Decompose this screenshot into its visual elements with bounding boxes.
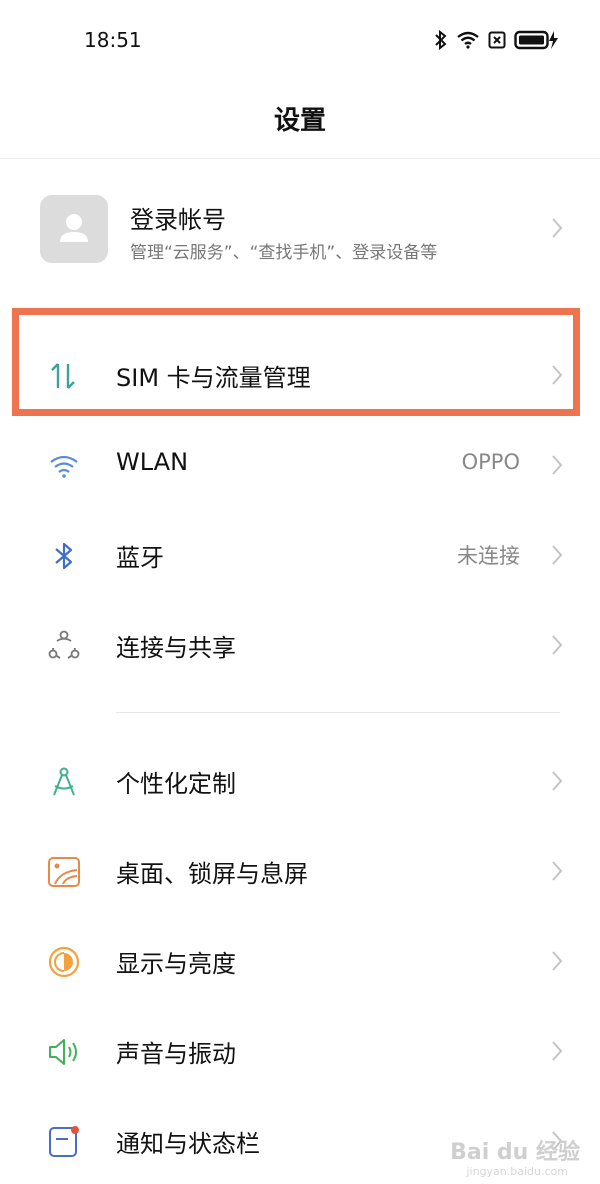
sound-vibration-label: 声音与振动 <box>116 1040 236 1068</box>
section-divider <box>116 712 560 713</box>
wallpaper-icon <box>48 857 80 887</box>
chevron-right-icon <box>552 771 563 791</box>
status-bar: 18:51 <box>0 0 600 80</box>
display-brightness-label: 显示与亮度 <box>116 950 236 978</box>
bluetooth-value: 未连接 <box>457 544 520 568</box>
wlan-label: WLAN <box>116 448 189 476</box>
connection-sharing-icon <box>48 630 80 659</box>
wlan-value: OPPO <box>461 450 520 474</box>
chevron-right-icon <box>552 545 563 565</box>
personalization-label: 个性化定制 <box>116 770 236 798</box>
header-divider <box>0 158 600 159</box>
watermark-url: jingyan.baidu.com <box>466 1165 568 1178</box>
speaker-icon <box>49 1039 77 1065</box>
wifi-status-icon <box>457 31 479 49</box>
bluetooth-status-icon <box>435 30 447 50</box>
chevron-right-icon <box>552 951 563 971</box>
chevron-right-icon <box>552 1041 563 1061</box>
desktop-lockscreen-label: 桌面、锁屏与息屏 <box>116 860 308 888</box>
watermark: Bai du 经验 <box>450 1140 580 1165</box>
desktop-lockscreen-row[interactable]: 桌面、锁屏与息屏 <box>0 828 600 914</box>
bluetooth-label: 蓝牙 <box>116 544 164 572</box>
highlight-box <box>12 308 580 416</box>
connection-sharing-row[interactable]: 连接与共享 <box>0 602 600 688</box>
brightness-icon <box>48 946 80 978</box>
account-subtitle: 管理“云服务”、“查找手机”、登录设备等 <box>130 243 438 263</box>
account-row[interactable]: 登录帐号 管理“云服务”、“查找手机”、登录设备等 <box>0 188 600 278</box>
personalization-row[interactable]: 个性化定制 <box>0 738 600 824</box>
chevron-right-icon <box>552 455 563 475</box>
account-title: 登录帐号 <box>130 206 226 234</box>
wifi-icon <box>50 455 78 478</box>
chevron-right-icon <box>552 861 563 881</box>
wlan-row[interactable]: WLAN OPPO <box>0 422 600 508</box>
bluetooth-row[interactable]: 蓝牙 未连接 <box>0 512 600 598</box>
compass-drawing-icon <box>53 767 75 796</box>
display-brightness-row[interactable]: 显示与亮度 <box>0 918 600 1004</box>
status-time: 18:51 <box>84 28 142 52</box>
no-sim-status-icon <box>488 31 506 49</box>
page-title: 设置 <box>273 106 326 136</box>
sound-vibration-row[interactable]: 声音与振动 <box>0 1008 600 1094</box>
battery-status-icon <box>514 30 558 50</box>
avatar-person-icon <box>60 214 88 242</box>
chevron-right-icon <box>552 218 563 238</box>
avatar <box>40 195 108 263</box>
status-icons <box>434 30 560 50</box>
connection-sharing-label: 连接与共享 <box>116 634 236 662</box>
chevron-right-icon <box>552 635 563 655</box>
notification-icon <box>49 1126 79 1157</box>
bluetooth-icon <box>55 542 73 570</box>
notifications-statusbar-label: 通知与状态栏 <box>116 1130 260 1158</box>
